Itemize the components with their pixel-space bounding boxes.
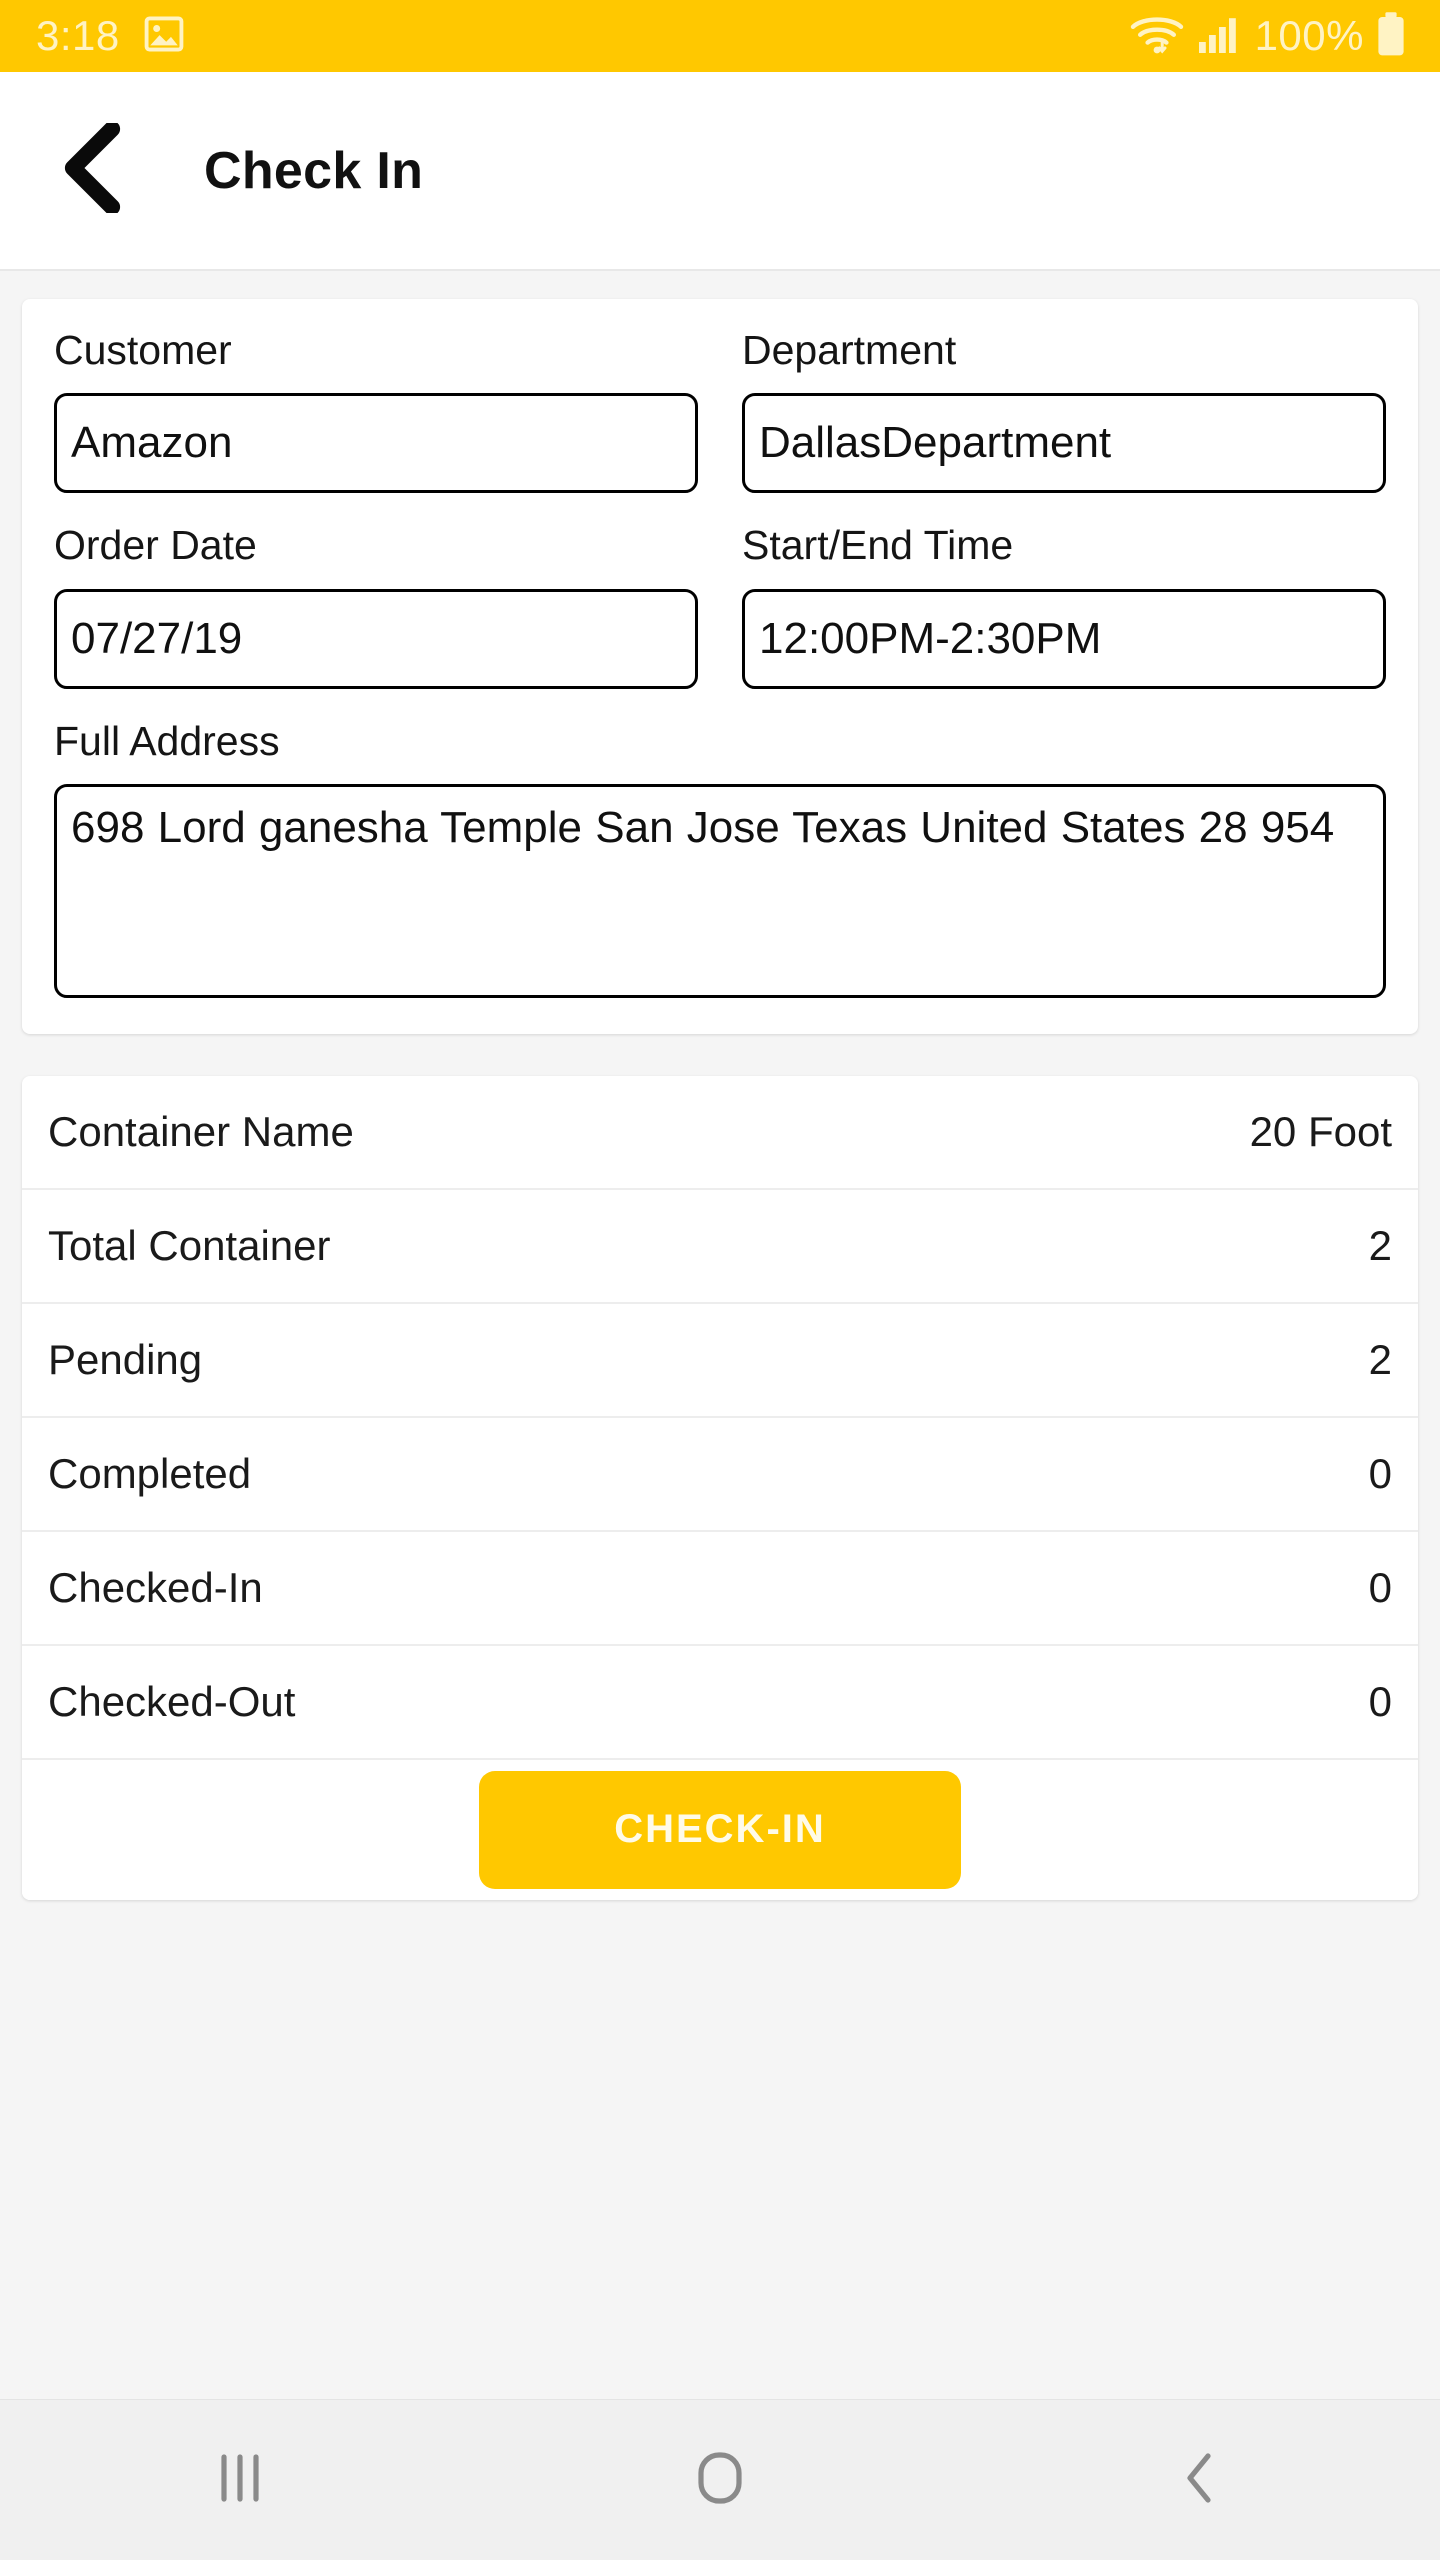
row-value: 0	[1368, 1563, 1392, 1611]
order-date-input[interactable]: 07/27/19	[54, 588, 698, 689]
field-label-full-address: Full Address	[54, 717, 280, 764]
status-bar-right: 100%	[1129, 11, 1406, 62]
nav-back-button[interactable]	[1100, 2400, 1300, 2560]
order-date-value: 07/27/19	[71, 613, 243, 663]
back-button[interactable]	[46, 120, 142, 219]
status-bar: 3:18 100%	[0, 0, 1440, 72]
content-area: Customer Amazon Department DallasDepartm…	[0, 271, 1440, 2399]
field-order-date: Order Date 07/27/19	[54, 520, 698, 689]
image-notification-icon	[142, 12, 186, 61]
full-address-value: 698 Lord ganesha Temple San Jose Texas U…	[71, 802, 1335, 852]
table-row: Container Name 20 Foot	[22, 1076, 1418, 1190]
field-label-department: Department	[742, 327, 957, 373]
full-address-input[interactable]: 698 Lord ganesha Temple San Jose Texas U…	[54, 783, 1386, 998]
form-row-date-time: Order Date 07/27/19 Start/End Time 12:00…	[54, 520, 1386, 689]
table-row: Pending 2	[22, 1304, 1418, 1418]
row-label: Container Name	[48, 1107, 354, 1155]
system-navigation-bar	[0, 2399, 1440, 2560]
row-value: 2	[1368, 1221, 1392, 1269]
field-customer: Customer Amazon	[54, 325, 698, 494]
container-summary-card: Container Name 20 Foot Total Container 2…	[22, 1075, 1418, 1900]
table-row: Completed 0	[22, 1418, 1418, 1532]
row-value: 20 Foot	[1249, 1107, 1392, 1155]
home-icon	[695, 2450, 745, 2511]
row-label: Total Container	[48, 1221, 331, 1269]
battery-icon	[1376, 11, 1406, 62]
row-label: Pending	[48, 1335, 203, 1383]
form-row-customer-department: Customer Amazon Department DallasDepartm…	[54, 325, 1386, 494]
chevron-left-icon	[55, 120, 133, 218]
table-row: Checked-Out 0	[22, 1646, 1418, 1760]
row-value: 2	[1368, 1335, 1392, 1383]
battery-percent-label: 100%	[1254, 12, 1364, 59]
cellular-signal-icon	[1197, 13, 1243, 60]
app-bar: Check In	[0, 72, 1440, 271]
field-start-end-time: Start/End Time 12:00PM-2:30PM	[742, 520, 1386, 689]
page-title: Check In	[204, 141, 424, 200]
wifi-icon	[1129, 12, 1185, 61]
department-input[interactable]: DallasDepartment	[742, 393, 1386, 494]
back-icon	[1178, 2450, 1222, 2511]
field-label-start-end-time: Start/End Time	[742, 522, 1014, 569]
row-label: Completed	[48, 1449, 252, 1497]
status-bar-left: 3:18	[36, 12, 186, 61]
recent-apps-icon	[217, 2451, 263, 2510]
table-row: Checked-In 0	[22, 1532, 1418, 1646]
row-label: Checked-Out	[48, 1677, 296, 1725]
card-footer: CHECK-IN	[22, 1759, 1418, 1900]
status-bar-clock: 3:18	[36, 12, 120, 59]
row-value: 0	[1368, 1677, 1392, 1725]
field-label-customer: Customer	[54, 327, 232, 373]
customer-input[interactable]: Amazon	[54, 393, 698, 494]
field-label-order-date: Order Date	[54, 522, 257, 569]
row-value: 0	[1368, 1449, 1392, 1497]
field-full-address: Full Address 698 Lord ganesha Temple San…	[54, 716, 1386, 998]
department-value: DallasDepartment	[759, 418, 1112, 468]
table-row: Total Container 2	[22, 1190, 1418, 1304]
nav-home-button[interactable]	[620, 2400, 820, 2560]
customer-value: Amazon	[71, 418, 233, 468]
start-end-time-input[interactable]: 12:00PM-2:30PM	[742, 588, 1386, 689]
phone-screen: 3:18 100% Check In Customer Amazon Depar…	[0, 0, 1440, 2560]
nav-recents-button[interactable]	[140, 2400, 340, 2560]
check-in-button[interactable]: CHECK-IN	[479, 1770, 961, 1889]
row-label: Checked-In	[48, 1563, 263, 1611]
order-details-card: Customer Amazon Department DallasDepartm…	[22, 299, 1418, 1034]
start-end-time-value: 12:00PM-2:30PM	[759, 613, 1102, 663]
field-department: Department DallasDepartment	[742, 325, 1386, 494]
